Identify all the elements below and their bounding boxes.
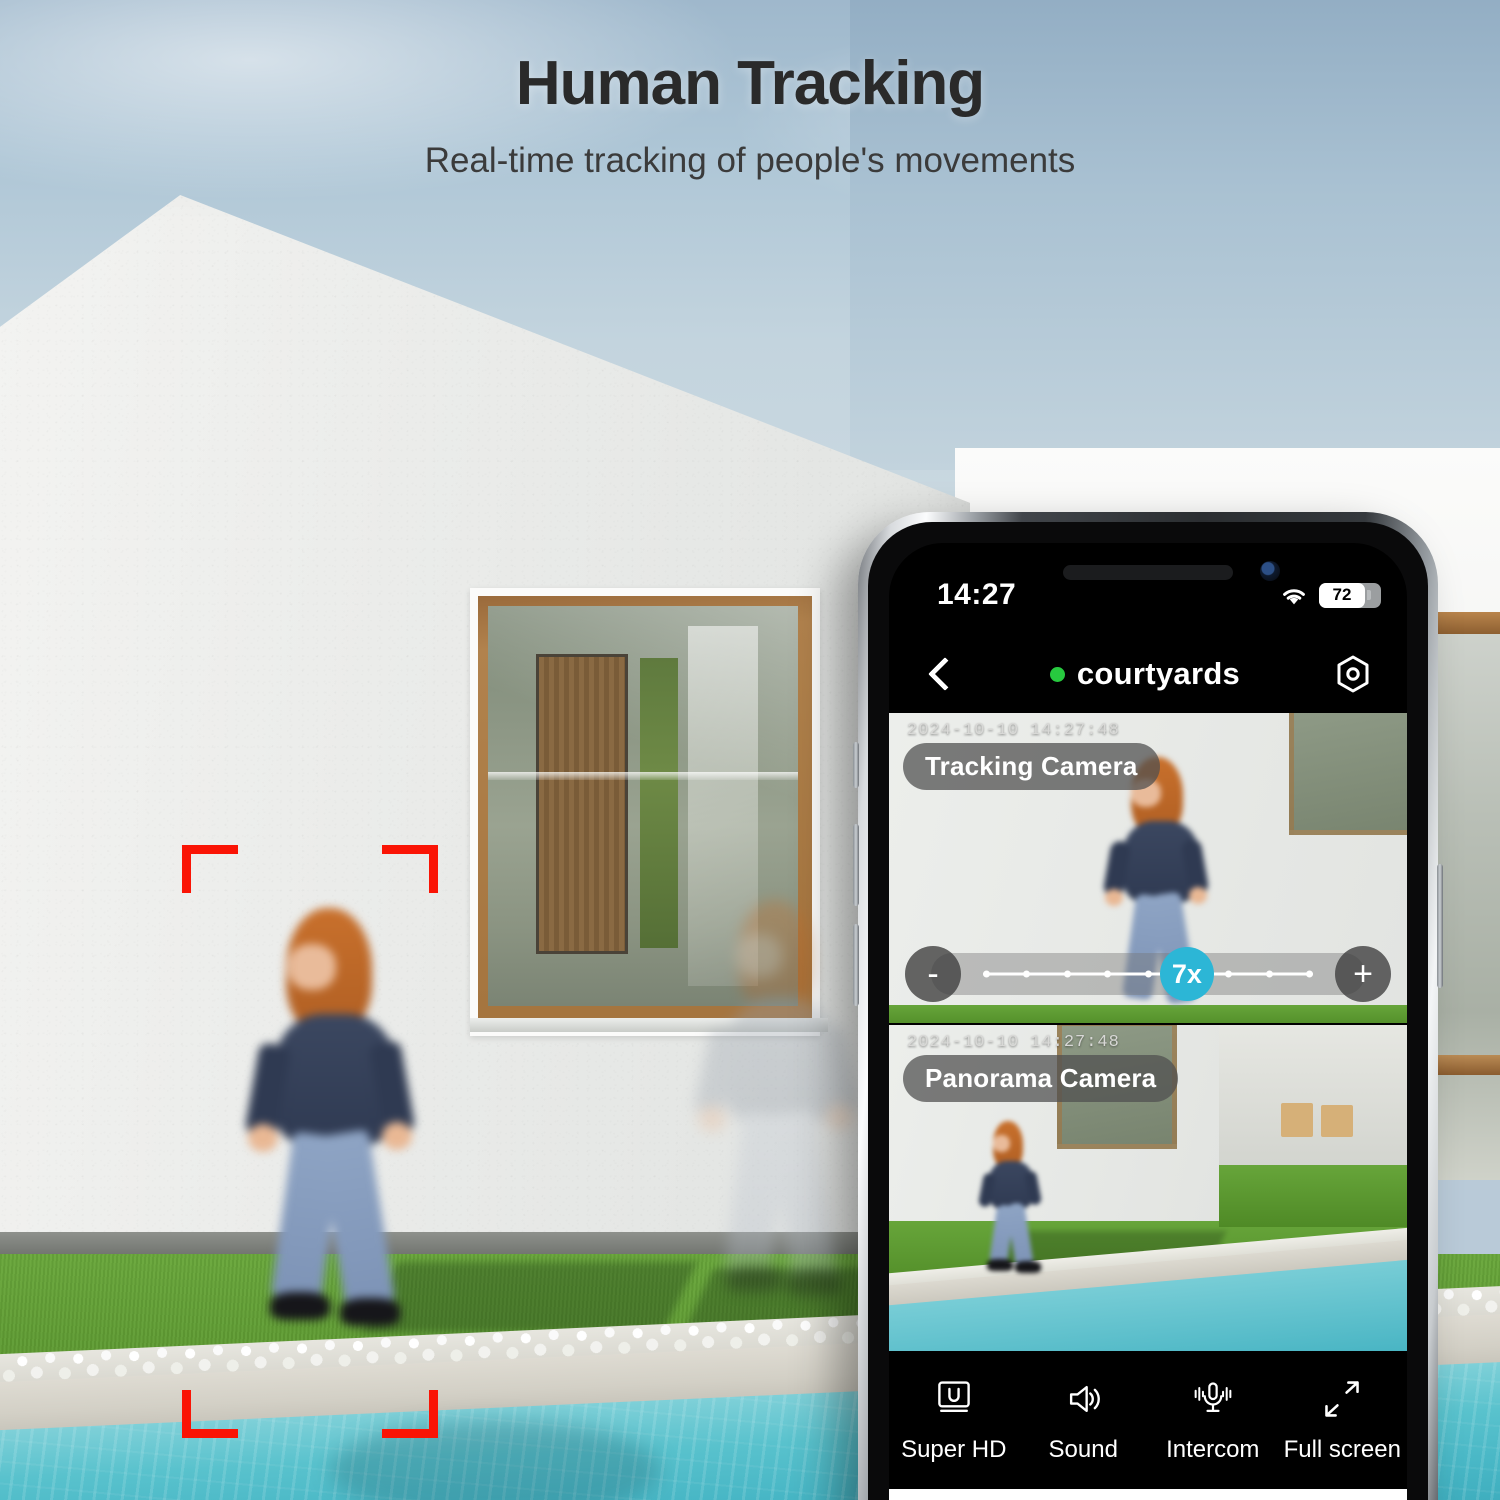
panorama-camera-pane[interactable]: 2024-10-10 14:27:48 Panorama Camera: [889, 1025, 1407, 1351]
trail-hand-right: [826, 1104, 854, 1130]
zoom-slider-track[interactable]: 7x: [971, 946, 1325, 1002]
status-bar: 14:27 72: [889, 543, 1407, 629]
microphone-icon: [1188, 1376, 1238, 1422]
wifi-icon: [1279, 584, 1309, 606]
tracking-bracket-top-right: [382, 845, 438, 893]
trail-face: [736, 934, 782, 978]
back-chevron-icon[interactable]: [923, 657, 957, 691]
trail-shoe-left: [726, 1266, 782, 1292]
zoom-out-button[interactable]: -: [905, 946, 961, 1002]
trail-hand-left: [698, 1106, 726, 1132]
person-shoe-left: [270, 1292, 330, 1320]
page-title: Human Tracking: [515, 49, 985, 118]
walking-person: [244, 908, 448, 1326]
reflected-greenery: [640, 658, 678, 948]
reflected-wood-door: [536, 654, 628, 954]
control-label: Super HD: [901, 1436, 1007, 1463]
phone-power-button[interactable]: [1437, 864, 1443, 988]
person-hand-left: [248, 1124, 278, 1152]
phone-bezel: 14:27 72 courtyards 2024-10-10 14:27:48 …: [868, 522, 1428, 1500]
phone-mockup: 14:27 72 courtyards 2024-10-10 14:27:48 …: [853, 512, 1443, 1500]
super-hd-icon: [929, 1376, 979, 1422]
phone-screen: 14:27 72 courtyards 2024-10-10 14:27:48 …: [889, 543, 1407, 1500]
person-shoe-right: [340, 1298, 400, 1326]
tracking-bracket-bottom-right: [382, 1390, 438, 1438]
zoom-slider-thumb[interactable]: 7x: [1159, 947, 1214, 1001]
control-label: Intercom: [1166, 1436, 1260, 1463]
motion-trail-person: [690, 900, 880, 1300]
status-time: 14:27: [937, 578, 1017, 611]
fullscreen-icon: [1317, 1376, 1367, 1422]
control-sound[interactable]: Sound: [1019, 1376, 1149, 1464]
settings-hex-icon[interactable]: [1333, 654, 1373, 694]
app-bar: courtyards: [889, 635, 1407, 713]
feed-window: [1289, 713, 1407, 835]
glass-ledge-reflection: [488, 772, 798, 780]
control-intercom[interactable]: Intercom: [1148, 1376, 1278, 1464]
control-label: Full screen: [1283, 1436, 1401, 1463]
control-super-hd[interactable]: Super HD: [889, 1376, 1019, 1464]
tracking-bracket-bottom-left: [182, 1390, 238, 1438]
tracking-timestamp: 2024-10-10 14:27:48: [907, 721, 1120, 740]
phone-mute-switch[interactable]: [853, 742, 859, 788]
tracking-bracket-top-left: [182, 845, 238, 893]
person-hand-right: [382, 1122, 412, 1150]
live-status-dot: [1049, 666, 1065, 682]
person-face: [288, 944, 336, 990]
primary-control-bar: Super HD Sound Intercom Full screen: [889, 1351, 1407, 1489]
phone-volume-up-button[interactable]: [853, 824, 859, 906]
battery-level: 72: [1319, 582, 1371, 608]
trail-shoe-right: [786, 1270, 842, 1296]
zoom-in-button[interactable]: +: [1335, 946, 1391, 1002]
tracking-camera-label: Tracking Camera: [903, 743, 1160, 790]
panorama-timestamp: 2024-10-10 14:27:48: [907, 1033, 1120, 1052]
panorama-camera-label: Panorama Camera: [903, 1055, 1179, 1102]
battery-indicator: 72: [1319, 582, 1381, 608]
pano-chair: [1281, 1103, 1313, 1137]
page-subtitle: Real-time tracking of people's movements: [424, 141, 1076, 180]
control-label: Sound: [1048, 1436, 1118, 1463]
secondary-control-bar: Motion Detection PTZ: [889, 1489, 1407, 1500]
zoom-control[interactable]: - 7x +: [889, 946, 1407, 1002]
promo-heading-block: Human Tracking Real-time tracking of peo…: [0, 48, 1500, 181]
pano-tracked-person: [977, 1121, 1045, 1275]
phone-volume-down-button[interactable]: [853, 924, 859, 1006]
pano-chair: [1321, 1105, 1353, 1137]
tracking-camera-pane[interactable]: 2024-10-10 14:27:48 Tracking Camera - 7x: [889, 713, 1407, 1023]
control-full-screen[interactable]: Full screen: [1278, 1376, 1408, 1464]
device-name: courtyards: [1076, 656, 1241, 691]
pano-lawn-upper: [1219, 1165, 1407, 1227]
status-indicators: 72: [1279, 582, 1381, 608]
zoom-slider-ticks: [983, 970, 1313, 978]
speaker-icon: [1058, 1376, 1108, 1422]
device-title-wrap: courtyards: [957, 656, 1333, 692]
trail-leg-right: [768, 1109, 838, 1283]
